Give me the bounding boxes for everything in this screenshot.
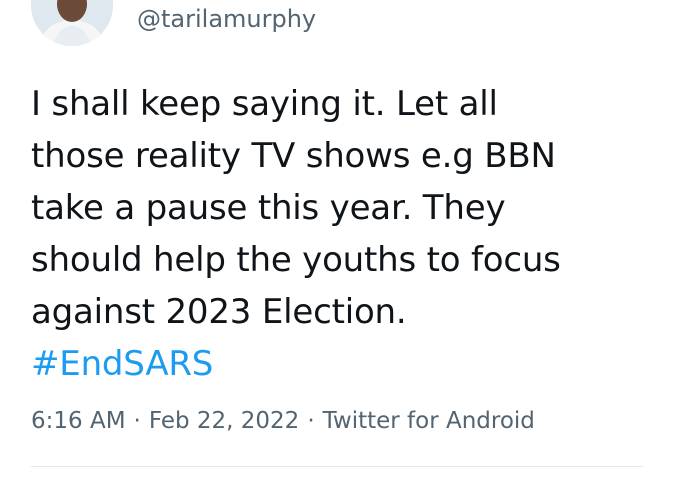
tweet-metadata: 6:16 AM · Feb 22, 2022 · Twitter for Android <box>31 404 535 438</box>
tweet-text-line: those reality TV shows e.g BBN <box>31 136 556 176</box>
meta-separator: · <box>133 408 141 434</box>
tweet-text: I shall keep saying it. Let all those re… <box>31 78 671 390</box>
hashtag-link[interactable]: #EndSARS <box>31 338 213 390</box>
tweet-time[interactable]: 6:16 AM <box>31 408 126 434</box>
tweet-text-line: take a pause this year. They <box>31 188 506 228</box>
tweet-text-line: I shall keep saying it. Let all <box>31 84 498 124</box>
tweet-source-link[interactable]: Twitter for Android <box>323 408 535 434</box>
tweet-text-line: against 2023 Election. <box>31 292 407 332</box>
user-handle[interactable]: @tarilamurphy <box>137 4 316 34</box>
meta-separator: · <box>307 408 315 434</box>
hashtag-line: #EndSARS <box>31 338 671 390</box>
divider <box>31 466 643 467</box>
avatar[interactable] <box>31 0 113 46</box>
tweet-date[interactable]: Feb 22, 2022 <box>149 408 299 434</box>
avatar-photo <box>31 0 113 46</box>
tweet-text-line: should help the youths to focus <box>31 240 561 280</box>
